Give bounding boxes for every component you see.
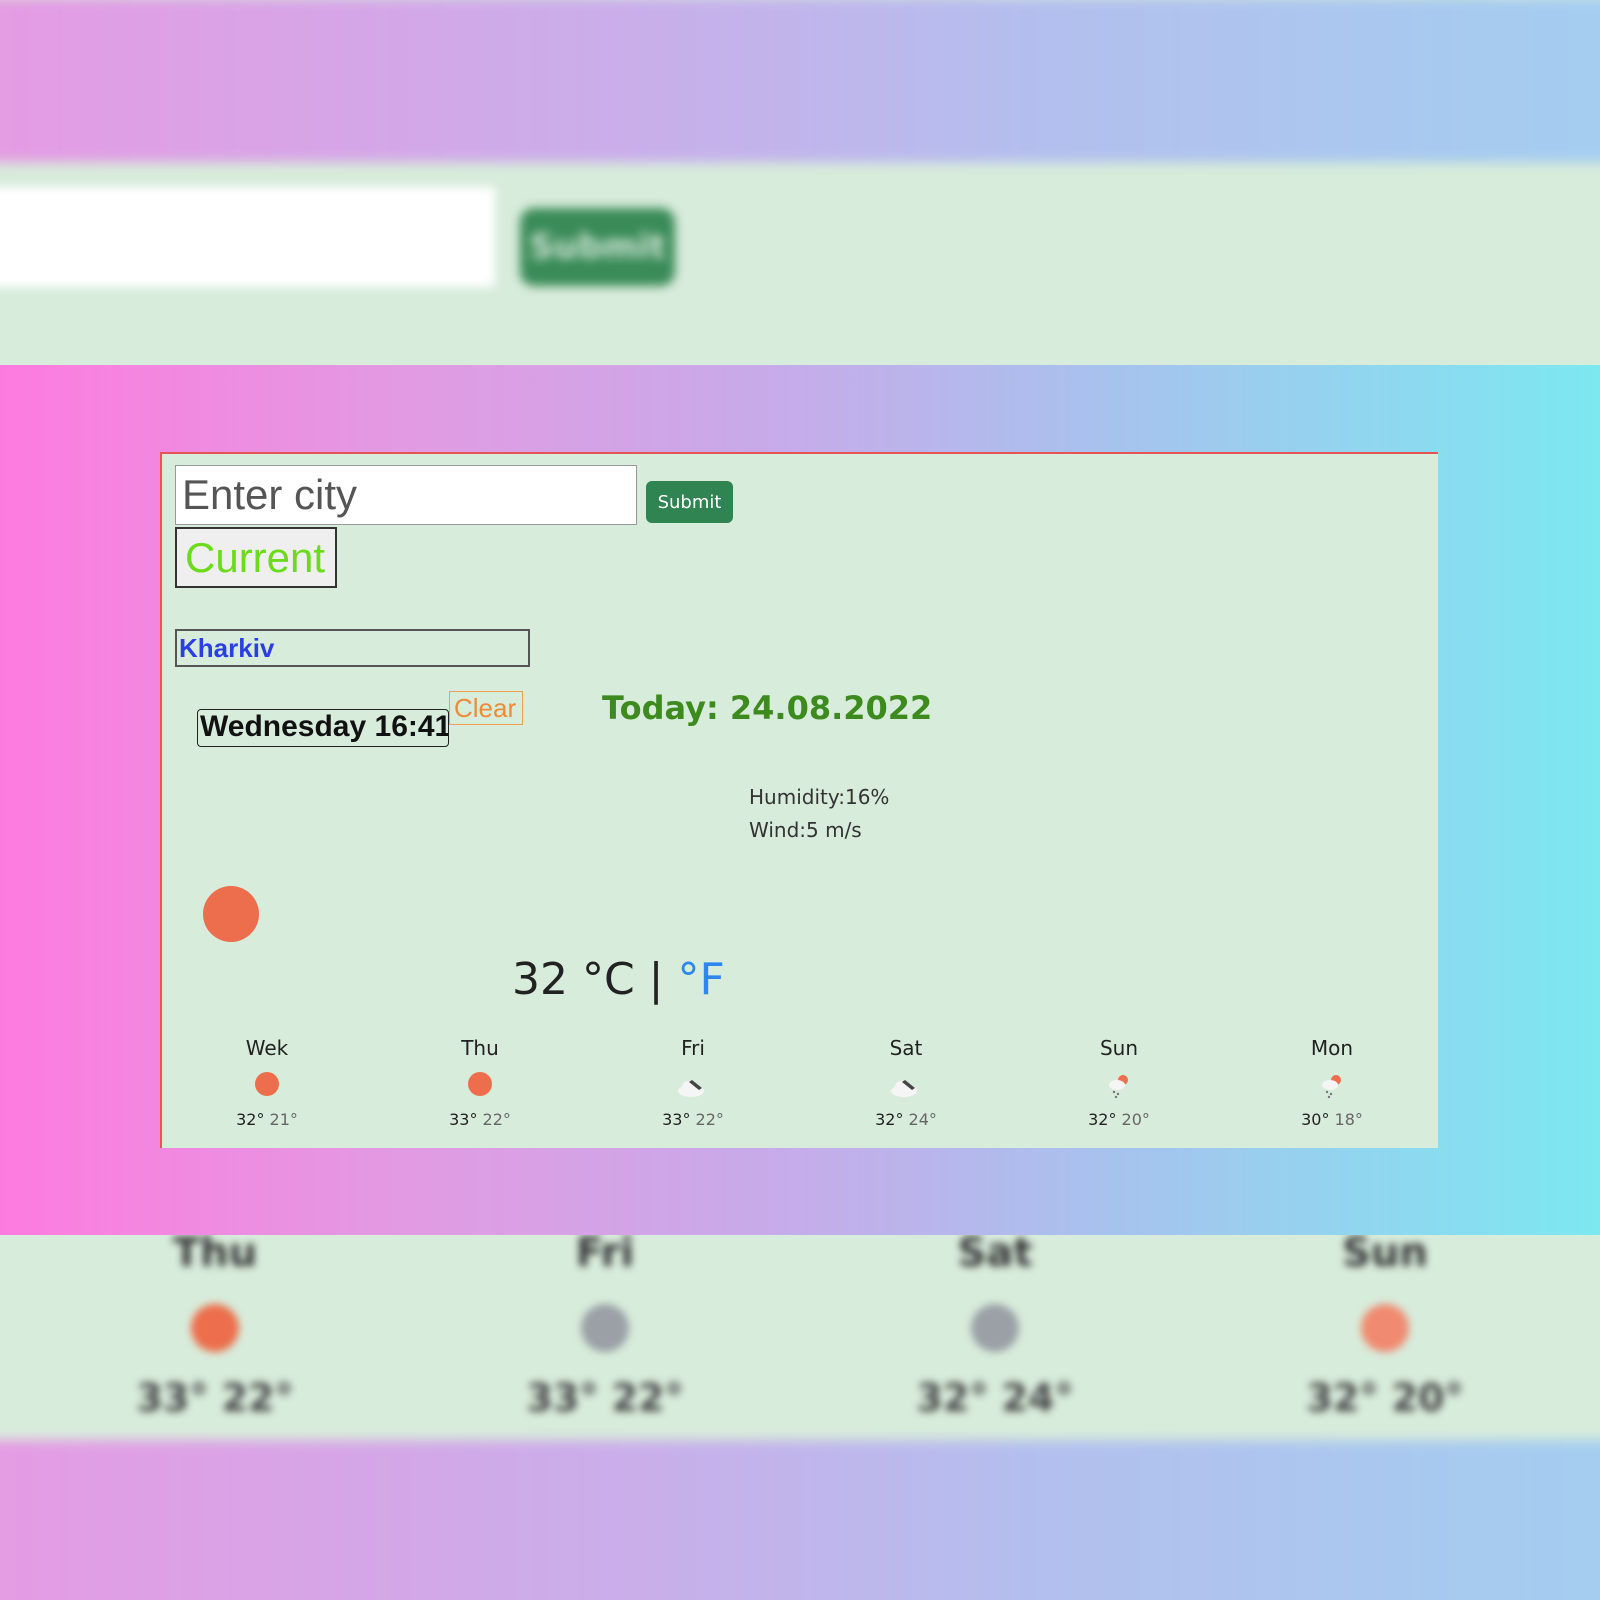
sun-icon [250, 1072, 284, 1100]
today-date: Today: 24.08.2022 [602, 689, 933, 727]
city-name: Kharkiv [175, 629, 530, 667]
rain-sun-icon [1315, 1072, 1349, 1100]
weather-app: Submit Current Kharkiv Clear Wednesday 1… [160, 452, 1438, 1148]
fahrenheit-link[interactable]: °F [678, 954, 725, 1005]
forecast-day: Sat 32° 24° [836, 1036, 976, 1129]
background-day: Sat 32° 24° [916, 1235, 1074, 1420]
forecast-temps: 33° 22° [449, 1110, 511, 1129]
forecast-day: Mon 30° 18° [1262, 1036, 1402, 1129]
weather-details: Humidity:16% Wind:5 m/s [749, 781, 889, 847]
background-day: Fri 33° 22° [526, 1235, 684, 1420]
cloud-icon [889, 1072, 923, 1100]
background-gradient-band [0, 0, 1600, 163]
city-search-input[interactable] [175, 465, 637, 525]
forecast-row: Wek 32° 21° Thu 33° 22° Fri 33° 22° Sat … [162, 1036, 1440, 1136]
background-day: Thu 33° 22° [136, 1235, 294, 1420]
current-temperature: 32 °C | °F [512, 954, 725, 1005]
sun-icon [463, 1072, 497, 1100]
celsius-value: 32 °C | [512, 954, 664, 1005]
forecast-day: Sun 32° 20° [1049, 1036, 1189, 1129]
gradient-stage: Submit Current Kharkiv Clear Wednesday 1… [0, 365, 1600, 1235]
background-blur-bottom: Thu 33° 22° Fri 33° 22° Sat 32° 24° Sun … [0, 1235, 1600, 1600]
rain-sun-icon [1102, 1072, 1136, 1100]
background-gradient-band [0, 1440, 1600, 1600]
background-button-blur: Submit [520, 208, 675, 286]
submit-button[interactable]: Submit [646, 481, 733, 523]
current-datetime: Wednesday 16:41 [197, 709, 449, 747]
forecast-day: Thu 33° 22° [410, 1036, 550, 1129]
sun-icon [203, 886, 259, 942]
forecast-temps: 32° 20° [1088, 1110, 1150, 1129]
forecast-day-name: Thu [461, 1036, 499, 1060]
forecast-temps: 32° 24° [875, 1110, 937, 1129]
wind-value: Wind:5 m/s [749, 818, 862, 842]
background-day: Sun 32° 20° [1306, 1235, 1464, 1420]
forecast-temps: 33° 22° [662, 1110, 724, 1129]
forecast-day-name: Wek [245, 1036, 289, 1060]
forecast-day-name: Mon [1310, 1036, 1354, 1060]
forecast-day-name: Sat [889, 1036, 923, 1060]
forecast-day-name: Sun [1099, 1036, 1139, 1060]
forecast-day: Fri 33° 22° [623, 1036, 763, 1129]
forecast-day: Wek 32° 21° [197, 1036, 337, 1129]
cloud-icon [676, 1072, 710, 1100]
forecast-temps: 32° 21° [236, 1110, 298, 1129]
forecast-temps: 30° 18° [1301, 1110, 1363, 1129]
background-input-blur [0, 187, 495, 287]
clear-button[interactable]: Clear [449, 691, 523, 725]
current-location-button[interactable]: Current [175, 527, 337, 588]
humidity-value: Humidity:16% [749, 785, 890, 809]
forecast-day-name: Fri [681, 1036, 705, 1060]
background-blur-top: Submit [0, 0, 1600, 365]
